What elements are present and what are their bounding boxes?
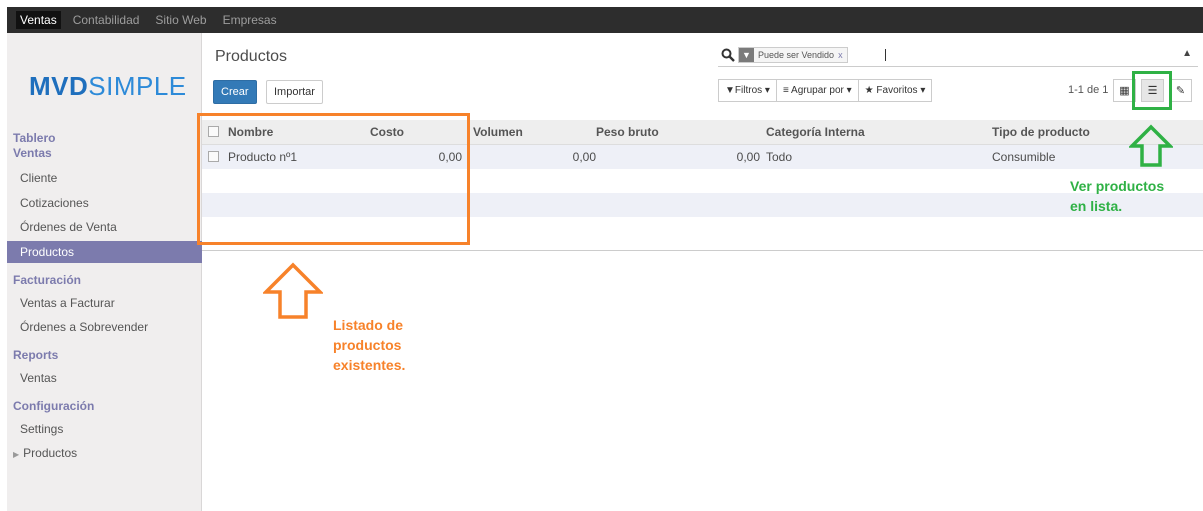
annotation-view-line-1: Ver productos: [1070, 178, 1165, 194]
column-header-tipo-producto[interactable]: Tipo de producto: [992, 120, 1090, 144]
annotation-view-line-2: en lista.: [1070, 198, 1123, 214]
column-header-categoria-interna[interactable]: Categoría Interna: [766, 120, 865, 144]
logo-bold-text: MVD: [29, 71, 89, 101]
import-button[interactable]: Importar: [266, 80, 323, 104]
top-menu-contabilidad[interactable]: Contabilidad: [69, 11, 144, 29]
sidebar-heading-facturacion[interactable]: Facturación: [13, 273, 81, 287]
facet-remove-icon[interactable]: x: [838, 50, 847, 60]
kanban-grid-icon: ▦: [1119, 85, 1130, 97]
annotation-list-note: Listado de productos existentes.: [333, 315, 405, 375]
sidebar: MVDSIMPLE Tablero Ventas Cliente Cotizac…: [7, 33, 202, 511]
top-menu-bar: Ventas Contabilidad Sitio Web Empresas: [7, 7, 1203, 33]
filters-dropdown[interactable]: ▼Filtros ▾: [719, 80, 777, 101]
favorites-dropdown[interactable]: ★ Favoritos ▾: [859, 80, 932, 101]
caret-right-icon: ▶: [13, 450, 20, 459]
search-facet: ▼ Puede ser Vendido x: [738, 47, 848, 63]
column-header-volumen[interactable]: Volumen: [473, 120, 523, 144]
group-by-dropdown-label: Agrupar por: [791, 85, 844, 96]
top-menu-empresas[interactable]: Empresas: [219, 11, 281, 29]
favorites-dropdown-label: Favoritos: [876, 85, 918, 96]
page-title: Productos: [215, 48, 288, 65]
sidebar-item-cliente[interactable]: Cliente: [13, 167, 202, 189]
sidebar-item-config-productos-label: Productos: [23, 446, 78, 460]
filter-icon: ▼: [739, 48, 754, 62]
arrow-up-orange-icon: [263, 262, 323, 319]
cell-peso-bruto: 0,00: [736, 150, 760, 164]
annotation-view-note: Ver productos en lista.: [1070, 176, 1164, 216]
form-view-button[interactable]: ✎: [1169, 79, 1192, 102]
search-icon[interactable]: [721, 48, 735, 62]
group-by-dropdown[interactable]: ≡ Agrupar por ▾: [777, 80, 859, 101]
text-cursor: [885, 49, 886, 61]
top-menu-ventas[interactable]: Ventas: [16, 11, 61, 29]
sidebar-item-productos[interactable]: Productos: [7, 241, 202, 263]
caret-down-icon: ▾: [920, 85, 926, 96]
sidebar-item-reports-ventas[interactable]: Ventas: [13, 367, 202, 389]
annotation-list-line-3: existentes.: [333, 357, 406, 373]
cell-volumen: 0,00: [572, 150, 596, 164]
sidebar-heading-reports[interactable]: Reports: [13, 348, 58, 362]
filter-icon: ▼: [725, 85, 735, 96]
annotation-list-line-2: productos: [333, 337, 402, 353]
sidebar-item-config-productos[interactable]: ▶ Productos: [13, 442, 202, 464]
list-lines-icon: ≡: [782, 85, 789, 96]
create-button[interactable]: Crear: [213, 80, 257, 104]
search-options-toggle-icon[interactable]: ▲: [1182, 48, 1192, 59]
sidebar-item-settings[interactable]: Settings: [13, 418, 202, 440]
search-facet-label: Puede ser Vendido: [758, 50, 835, 60]
search-bar[interactable]: ▼ Puede ser Vendido x ▲: [718, 45, 1198, 67]
edit-icon: ✎: [1175, 85, 1186, 97]
annotation-list-highlight: [197, 113, 470, 245]
filters-dropdown-label: Filtros: [734, 85, 763, 96]
caret-down-icon: ▾: [846, 85, 852, 96]
star-icon: ★: [864, 85, 874, 96]
sidebar-item-ordenes-a-sobrevender[interactable]: Órdenes a Sobrevender: [13, 316, 202, 338]
sidebar-item-ventas-a-facturar[interactable]: Ventas a Facturar: [13, 292, 202, 314]
sidebar-heading-configuracion[interactable]: Configuración: [13, 399, 94, 413]
caret-down-icon: ▾: [764, 85, 770, 96]
annotation-list-line-1: Listado de: [333, 317, 404, 333]
cell-categoria-interna: Todo: [766, 150, 793, 164]
top-menu-sitio-web[interactable]: Sitio Web: [151, 11, 210, 29]
arrow-up-green-icon: [1129, 124, 1173, 167]
search-options-group: ▼Filtros ▾ ≡ Agrupar por ▾ ★ Favoritos ▾: [718, 79, 933, 102]
sidebar-item-ordenes-venta[interactable]: Órdenes de Venta: [13, 216, 202, 238]
cell-tipo-producto: Consumible: [992, 150, 1056, 164]
sidebar-item-cotizaciones[interactable]: Cotizaciones: [13, 192, 202, 214]
company-logo: MVDSIMPLE: [29, 71, 187, 102]
pager-value[interactable]: 1-1 de 1: [1068, 84, 1108, 96]
column-header-peso-bruto[interactable]: Peso bruto: [596, 120, 659, 144]
annotation-view-highlight: [1132, 71, 1172, 110]
sidebar-heading-ventas[interactable]: Ventas: [13, 146, 52, 160]
logo-light-text: SIMPLE: [88, 71, 187, 101]
sidebar-heading-tablero[interactable]: Tablero: [13, 131, 55, 145]
table-bottom-divider: [202, 250, 1203, 251]
